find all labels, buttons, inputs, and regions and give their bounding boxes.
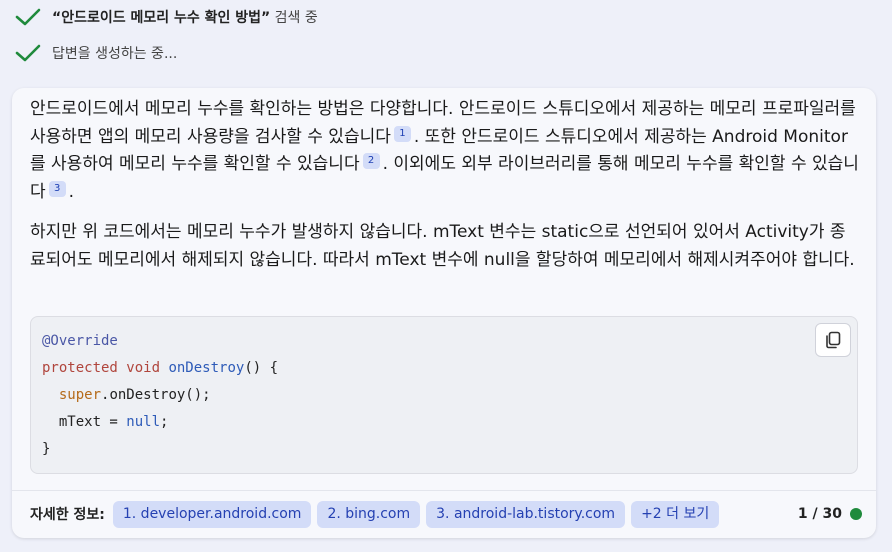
generating-status-row: 답변을 생성하는 중... xyxy=(14,40,177,66)
answer-card: 안드로이드에서 메모리 누수를 확인하는 방법은 다양합니다. 안드로이드 스튜… xyxy=(12,88,876,538)
code-text: .onDestroy(); xyxy=(101,387,211,403)
answer-paragraph-2: 하지만 위 코드에서는 메모리 누수가 발생하지 않습니다. mText 변수는… xyxy=(30,222,855,270)
search-status-row: “안드로이드 메모리 누수 확인 방법” 검색 중 xyxy=(14,4,318,30)
code-text: } xyxy=(42,441,51,457)
turn-counter-text: 1 / 30 xyxy=(797,506,842,522)
search-suffix: 검색 중 xyxy=(270,10,318,26)
source-link-1[interactable]: 1. developer.android.com xyxy=(112,500,312,528)
search-query: “안드로이드 메모리 누수 확인 방법” xyxy=(52,10,271,26)
code-keyword: void xyxy=(126,360,161,376)
code-method-name: onDestroy xyxy=(168,360,245,376)
answer-text: 안드로이드에서 메모리 누수를 확인하는 방법은 다양합니다. 안드로이드 스튜… xyxy=(30,96,860,287)
copy-icon xyxy=(826,331,841,349)
code-annotation: @Override xyxy=(42,333,118,349)
code-text: ; xyxy=(160,414,169,430)
citation-2[interactable]: 2 xyxy=(362,153,380,169)
sources-label: 자세한 정보: xyxy=(30,507,105,523)
source-link-3[interactable]: 3. android-lab.tistory.com xyxy=(426,500,626,528)
source-link-2[interactable]: 2. bing.com xyxy=(317,500,421,528)
answer-paragraph-1: 안드로이드에서 메모리 누수를 확인하는 방법은 다양합니다. 안드로이드 스튜… xyxy=(30,96,860,206)
code-keyword: super xyxy=(58,387,102,403)
search-status-text: “안드로이드 메모리 누수 확인 방법” 검색 중 xyxy=(52,7,318,27)
code-text: mText = xyxy=(58,414,127,430)
answer-sentence: . xyxy=(68,181,75,202)
checkmark-icon xyxy=(15,44,41,62)
code-keyword: null xyxy=(126,414,161,430)
code-keyword: protected xyxy=(42,360,118,376)
copy-code-button[interactable] xyxy=(815,323,851,357)
code-content: @Override protected void onDestroy() { s… xyxy=(42,328,278,463)
turn-counter: 1 / 30 xyxy=(798,506,862,522)
checkmark-icon xyxy=(15,8,41,26)
citation-3[interactable]: 3 xyxy=(48,180,66,197)
code-block: @Override protected void onDestroy() { s… xyxy=(30,316,858,474)
citation-1[interactable]: 1 xyxy=(393,125,411,142)
sources-footer: 자세한 정보: 1. developer.android.com 2. bing… xyxy=(30,490,862,538)
more-sources-button[interactable]: +2 더 보기 xyxy=(631,500,720,528)
code-text: () { xyxy=(244,360,279,376)
status-dot-icon xyxy=(850,508,862,520)
generating-text: 답변을 생성하는 중... xyxy=(52,46,178,62)
